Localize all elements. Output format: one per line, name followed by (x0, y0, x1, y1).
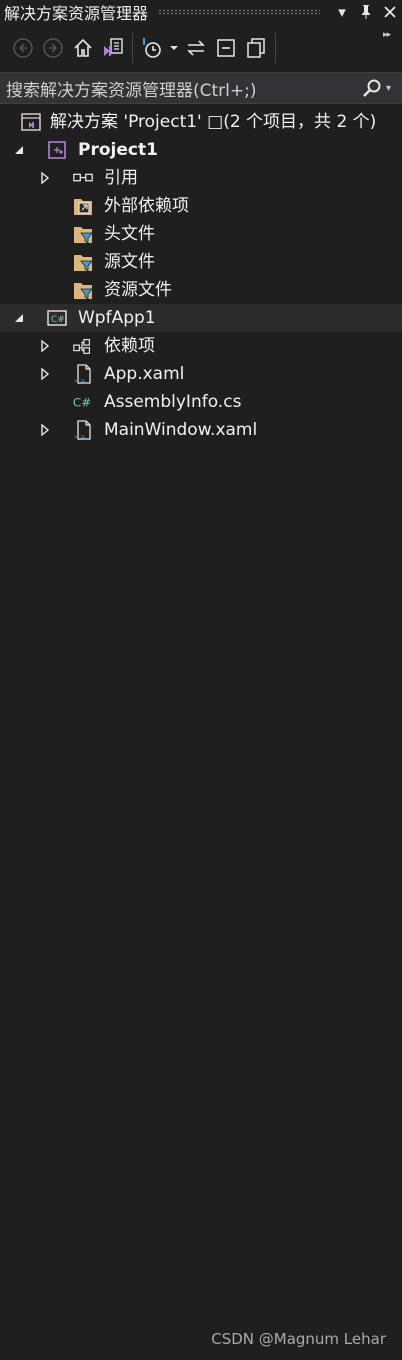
search-options-dropdown-icon[interactable]: ▾ (386, 83, 402, 94)
watermark-text: CSDN @Magnum Lehar (211, 1330, 386, 1348)
search-icon[interactable] (358, 78, 386, 98)
solution-icon (20, 111, 42, 133)
tree-item-dependencies[interactable]: 依赖项 (0, 332, 402, 360)
dependencies-icon (72, 335, 94, 357)
xaml-file-icon: <> (72, 363, 94, 385)
window-dropdown-icon[interactable]: ▾ (330, 0, 354, 24)
search-input[interactable]: 搜索解决方案资源管理器(Ctrl+;) (0, 76, 358, 101)
tree-item-assemblyinfo[interactable]: C# AssemblyInfo.cs (0, 388, 402, 416)
tree-item-source-files[interactable]: 源文件 (0, 248, 402, 276)
tree-item-header-files[interactable]: 头文件 (0, 220, 402, 248)
toolbar-separator (275, 33, 276, 63)
tree-item-solution[interactable]: 解决方案 'Project1' □(2 个项目，共 2 个) (0, 108, 402, 136)
panel-titlebar: 解决方案资源管理器 ▾ (0, 0, 402, 24)
collapse-arrow-icon[interactable] (12, 143, 26, 157)
svg-text:<>: <> (74, 377, 86, 385)
tree-item-label: 依赖项 (104, 336, 155, 356)
toolbar-overflow-icon[interactable]: ▸▸ (383, 30, 391, 40)
drag-grip[interactable] (158, 9, 320, 15)
toolbar-separator (132, 33, 133, 63)
svg-text:<>: <> (74, 433, 86, 441)
solution-label: 解决方案 'Project1' □(2 个项目，共 2 个) (50, 112, 377, 132)
tree-item-label: 头文件 (104, 224, 155, 244)
toolbar: ▸▸ (0, 28, 402, 68)
tree-item-wpfapp1[interactable]: C# WpfApp1 (0, 304, 402, 332)
filter-folder-icon (72, 279, 94, 301)
tree-item-label: 引用 (104, 168, 138, 188)
search-box[interactable]: 搜索解决方案资源管理器(Ctrl+;) ▾ (0, 72, 402, 104)
tree-item-label: AssemblyInfo.cs (104, 392, 242, 412)
expand-arrow-icon[interactable] (38, 339, 52, 353)
tree-item-resource-files[interactable]: 资源文件 (0, 276, 402, 304)
tree-item-label: 源文件 (104, 252, 155, 272)
collapse-arrow-icon[interactable] (12, 311, 26, 325)
switch-views-icon[interactable] (98, 31, 128, 65)
tree-item-label: App.xaml (104, 364, 185, 384)
tree-item-mainwindow-xaml[interactable]: <> MainWindow.xaml (0, 416, 402, 444)
csharp-file-icon: C# (72, 391, 94, 413)
tree-item-app-xaml[interactable]: <> App.xaml (0, 360, 402, 388)
expand-arrow-icon[interactable] (38, 423, 52, 437)
dropdown-icon[interactable] (167, 31, 181, 65)
xaml-file-icon: <> (72, 419, 94, 441)
pin-icon[interactable] (354, 0, 378, 24)
close-icon[interactable] (378, 0, 402, 24)
pending-changes-icon[interactable] (137, 31, 167, 65)
tree-item-label: 资源文件 (104, 280, 172, 300)
filter-folder-icon (72, 251, 94, 273)
collapse-all-icon[interactable] (211, 31, 241, 65)
cpp-project-icon (46, 139, 68, 161)
home-icon[interactable] (68, 31, 98, 65)
project-label: Project1 (78, 140, 158, 160)
solution-tree: 解决方案 'Project1' □(2 个项目，共 2 个) Project1 … (0, 108, 402, 444)
csharp-project-icon: C# (46, 307, 68, 329)
filter-folder-icon (72, 223, 94, 245)
sync-icon[interactable] (181, 31, 211, 65)
tree-item-external-dependencies[interactable]: 外部依赖项 (0, 192, 402, 220)
tree-item-label: MainWindow.xaml (104, 420, 258, 440)
tree-item-project1[interactable]: Project1 (0, 136, 402, 164)
tree-item-label: 外部依赖项 (104, 196, 189, 216)
expand-arrow-icon[interactable] (38, 367, 52, 381)
svg-text:C#: C# (73, 396, 91, 410)
project-label: WpfApp1 (78, 308, 156, 328)
external-dependencies-icon (72, 195, 94, 217)
panel-title: 解决方案资源管理器 (4, 4, 149, 23)
forward-icon[interactable] (38, 31, 68, 65)
back-icon[interactable] (8, 31, 38, 65)
tree-item-references[interactable]: 引用 (0, 164, 402, 192)
expand-arrow-icon[interactable] (38, 171, 52, 185)
svg-text:C#: C# (51, 315, 65, 325)
references-icon (72, 167, 94, 189)
show-all-files-icon[interactable] (241, 31, 271, 65)
